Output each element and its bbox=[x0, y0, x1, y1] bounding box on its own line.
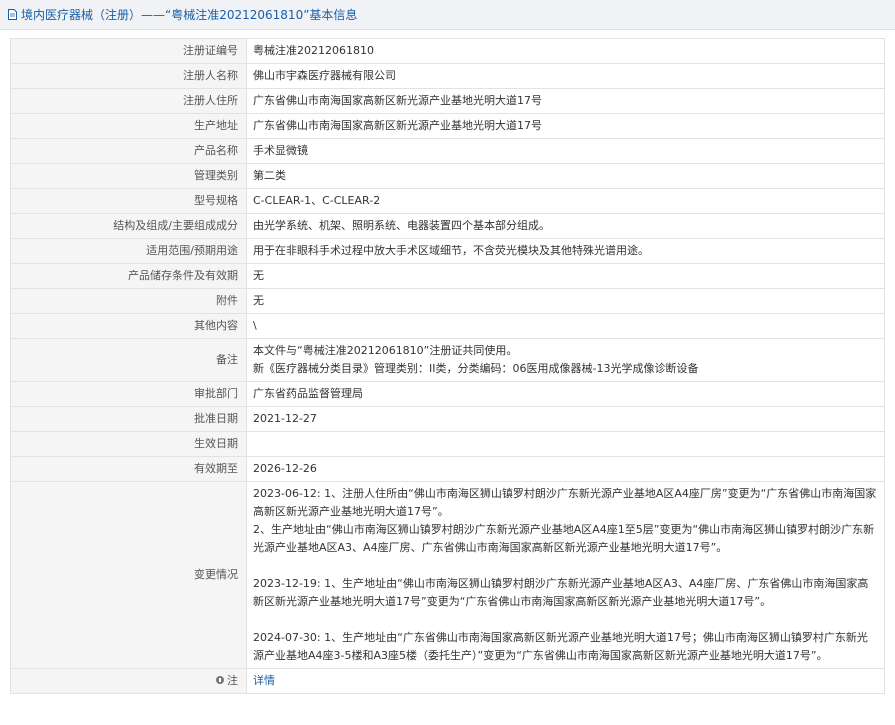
table-row: 适用范围/预期用途 用于在非眼科手术过程中放大手术区域细节，不含荧光模块及其他特… bbox=[10, 238, 885, 264]
registration-info-table: 注册证编号 粤械注准20212061810 注册人名称 佛山市宇森医疗器械有限公… bbox=[10, 38, 885, 694]
field-label: 批准日期 bbox=[10, 406, 247, 432]
field-label: 有效期至 bbox=[10, 456, 247, 482]
field-label: 产品名称 bbox=[10, 138, 247, 164]
change-entry: 2024-07-30: 1、生产地址由“广东省佛山市南海国家高新区新光源产业基地… bbox=[253, 631, 868, 662]
remark-line: 本文件与“粤械注准20212061810”注册证共同使用。 bbox=[253, 344, 518, 357]
table-row-remark: 备注 本文件与“粤械注准20212061810”注册证共同使用。 新《医疗器械分… bbox=[10, 338, 885, 382]
field-value: 广东省佛山市南海国家高新区新光源产业基地光明大道17号 bbox=[246, 113, 885, 139]
field-value: 手术显微镜 bbox=[246, 138, 885, 164]
table-row-note: 注 详情 bbox=[10, 668, 885, 694]
field-label: 注册人住所 bbox=[10, 88, 247, 114]
table-row: 注册证编号 粤械注准20212061810 bbox=[10, 38, 885, 64]
field-value: 广东省佛山市南海国家高新区新光源产业基地光明大道17号 bbox=[246, 88, 885, 114]
field-label: 附件 bbox=[10, 288, 247, 314]
table-row: 产品名称 手术显微镜 bbox=[10, 138, 885, 164]
field-label: 注 bbox=[10, 668, 247, 694]
field-label: 管理类别 bbox=[10, 163, 247, 189]
field-value: 粤械注准20212061810 bbox=[246, 38, 885, 64]
field-label: 生效日期 bbox=[10, 431, 247, 457]
field-value: 广东省药品监督管理局 bbox=[246, 381, 885, 407]
field-value: 用于在非眼科手术过程中放大手术区域细节，不含荧光模块及其他特殊光谱用途。 bbox=[246, 238, 885, 264]
field-value: 佛山市宇森医疗器械有限公司 bbox=[246, 63, 885, 89]
table-row: 批准日期 2021-12-27 bbox=[10, 406, 885, 432]
field-label: 产品储存条件及有效期 bbox=[10, 263, 247, 289]
table-row: 注册人住所 广东省佛山市南海国家高新区新光源产业基地光明大道17号 bbox=[10, 88, 885, 114]
field-label: 其他内容 bbox=[10, 313, 247, 339]
field-label: 审批部门 bbox=[10, 381, 247, 407]
table-row: 管理类别 第二类 bbox=[10, 163, 885, 189]
field-label: 备注 bbox=[10, 338, 247, 382]
change-entry: 2023-12-19: 1、生产地址由“佛山市南海区狮山镇罗村朗沙广东新光源产业… bbox=[253, 577, 869, 608]
change-entry: 2023-06-12: 1、注册人住所由“佛山市南海区狮山镇罗村朗沙广东新光源产… bbox=[253, 487, 877, 554]
field-value: \ bbox=[246, 313, 885, 339]
field-value bbox=[246, 431, 885, 457]
field-value: 第二类 bbox=[246, 163, 885, 189]
table-row: 审批部门 广东省药品监督管理局 bbox=[10, 381, 885, 407]
field-label: 结构及组成/主要组成成分 bbox=[10, 213, 247, 239]
field-label: 注册人名称 bbox=[10, 63, 247, 89]
field-value: 2021-12-27 bbox=[246, 406, 885, 432]
field-value: 2026-12-26 bbox=[246, 456, 885, 482]
table-row-changes: 变更情况 2023-06-12: 1、注册人住所由“佛山市南海区狮山镇罗村朗沙广… bbox=[10, 481, 885, 669]
remark-line: 新《医疗器械分类目录》管理类别：II类，分类编码：06医用成像器械-13光学成像… bbox=[253, 362, 699, 375]
table-row: 产品储存条件及有效期 无 bbox=[10, 263, 885, 289]
table-row: 结构及组成/主要组成成分 由光学系统、机架、照明系统、电器装置四个基本部分组成。 bbox=[10, 213, 885, 239]
field-label: 适用范围/预期用途 bbox=[10, 238, 247, 264]
field-value: C-CLEAR-1、C-CLEAR-2 bbox=[246, 188, 885, 214]
table-row: 有效期至 2026-12-26 bbox=[10, 456, 885, 482]
document-icon bbox=[8, 9, 17, 20]
field-label: 生产地址 bbox=[10, 113, 247, 139]
table-row: 生产地址 广东省佛山市南海国家高新区新光源产业基地光明大道17号 bbox=[10, 113, 885, 139]
table-row: 注册人名称 佛山市宇森医疗器械有限公司 bbox=[10, 63, 885, 89]
table-row: 其他内容 \ bbox=[10, 313, 885, 339]
change-history: 2023-06-12: 1、注册人住所由“佛山市南海区狮山镇罗村朗沙广东新光源产… bbox=[246, 481, 885, 669]
field-label: 注册证编号 bbox=[10, 38, 247, 64]
table-row: 生效日期 bbox=[10, 431, 885, 457]
details-link[interactable]: 详情 bbox=[253, 674, 275, 687]
page-title: 境内医疗器械（注册）——“粤械注准20212061810”基本信息 bbox=[21, 8, 358, 22]
info-icon bbox=[216, 676, 224, 684]
field-label: 型号规格 bbox=[10, 188, 247, 214]
field-value: 由光学系统、机架、照明系统、电器装置四个基本部分组成。 bbox=[246, 213, 885, 239]
table-row: 附件 无 bbox=[10, 288, 885, 314]
note-value: 详情 bbox=[246, 668, 885, 694]
remark-value: 本文件与“粤械注准20212061810”注册证共同使用。 新《医疗器械分类目录… bbox=[246, 338, 885, 382]
note-label: 注 bbox=[227, 674, 238, 687]
page-title-bar: 境内医疗器械（注册）——“粤械注准20212061810”基本信息 bbox=[0, 0, 895, 30]
table-row: 型号规格 C-CLEAR-1、C-CLEAR-2 bbox=[10, 188, 885, 214]
field-value: 无 bbox=[246, 263, 885, 289]
field-label: 变更情况 bbox=[10, 481, 247, 669]
field-value: 无 bbox=[246, 288, 885, 314]
